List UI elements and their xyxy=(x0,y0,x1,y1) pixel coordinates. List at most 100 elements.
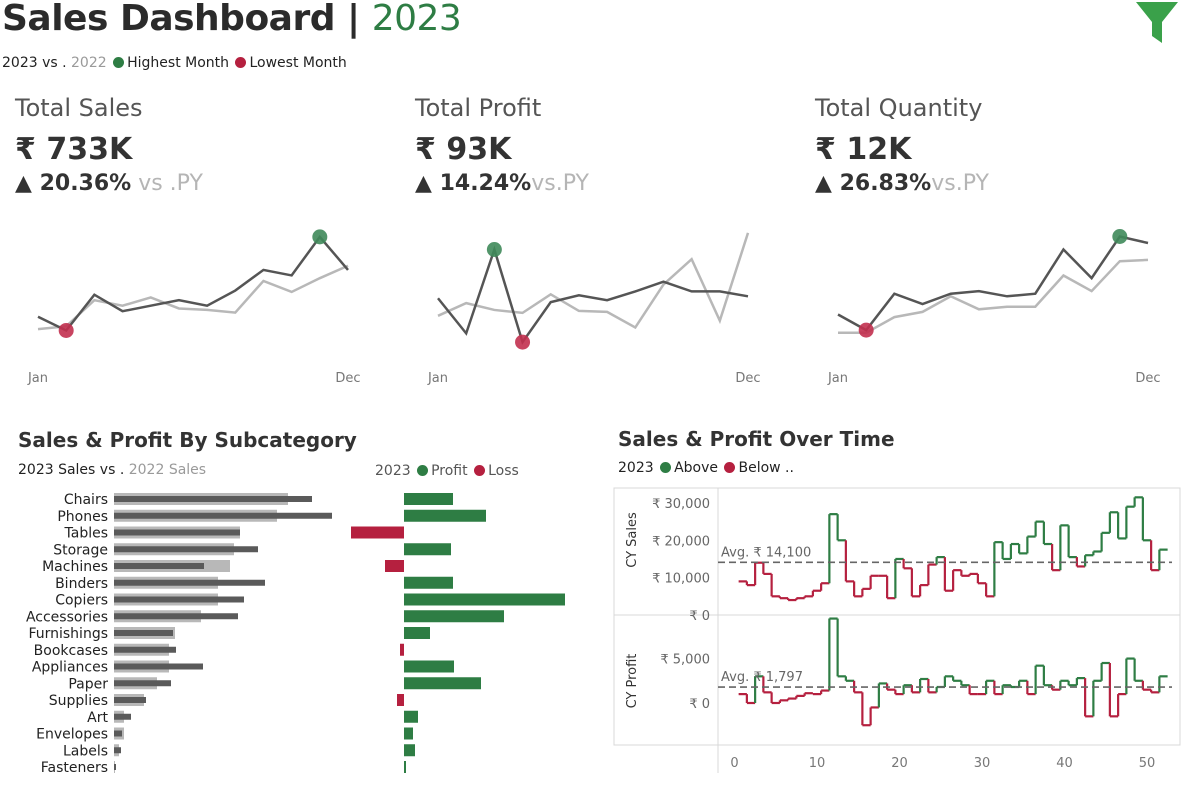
profit-bar xyxy=(404,593,565,606)
kpi-value: ₹ 733K xyxy=(15,132,133,167)
lowest-month-point xyxy=(515,334,531,350)
highest-month-point xyxy=(312,229,328,245)
kpi-total-sales: Total Sales ₹ 733K ▲ 20.36% vs .PY xyxy=(15,94,375,196)
kpi-delta-row: ▲ 14.24%vs.PY xyxy=(415,171,775,196)
kpi-delta: ▲ 20.36% xyxy=(15,171,132,196)
current-year-sales-bar xyxy=(114,680,171,687)
x-tick-label: Dec xyxy=(335,371,360,386)
top-legend: 2023 vs . 2022 Highest Month Lowest Mont… xyxy=(2,55,347,71)
average-label: Avg. ₹ 14,100 xyxy=(721,545,811,560)
current-year-sales-bar xyxy=(114,646,176,653)
kpi-total-quantity: Total Quantity ₹ 12K ▲ 26.83%vs.PY xyxy=(815,94,1175,196)
highest-dot-icon xyxy=(113,57,125,68)
category-label: Copiers xyxy=(55,593,108,609)
kpi-value: ₹ 12K xyxy=(815,132,912,167)
category-label: Supplies xyxy=(49,693,108,709)
profit-dot-icon xyxy=(417,465,429,476)
profit-bar xyxy=(404,727,413,740)
profit-bar xyxy=(404,543,451,556)
x-tick-label: Jan xyxy=(27,371,48,386)
profit-bar xyxy=(404,509,486,522)
current-year-sales-bar xyxy=(114,730,122,737)
legend-cy: 2023 vs . xyxy=(2,55,67,71)
profit-bar xyxy=(404,493,453,505)
category-label: Fasteners xyxy=(41,760,108,776)
current-year-sales-bar xyxy=(114,579,265,586)
kpi-total-profit: Total Profit ₹ 93K ▲ 14.24%vs.PY xyxy=(415,94,775,196)
subcategory-sales-legend: 2023 Sales vs . 2022 Sales xyxy=(18,462,206,478)
category-label: Tables xyxy=(64,526,109,542)
current-year-sales-bar xyxy=(114,747,121,754)
x-tick-label: 10 xyxy=(809,756,826,771)
y-tick-label: ₹ 0 xyxy=(689,697,710,712)
kpi-delta: ▲ 26.83% xyxy=(815,171,932,196)
profit-bar xyxy=(404,744,415,757)
overtime-title: Sales & Profit Over Time xyxy=(618,427,895,451)
overtime-legend-above: Above xyxy=(674,460,719,476)
current-year-sales-bar xyxy=(114,512,332,519)
subcategory-bar-chart: ChairsPhonesTablesStorageMachinesBinders… xyxy=(26,492,565,776)
profit-bar xyxy=(404,710,418,723)
kpi-vs: vs.PY xyxy=(931,171,989,196)
y-tick-label: ₹ 30,000 xyxy=(652,497,710,512)
kpi-title: Total Profit xyxy=(415,94,542,122)
y-tick-label: ₹ 5,000 xyxy=(660,653,710,668)
above-dot-icon xyxy=(660,462,672,473)
category-label: Art xyxy=(87,710,108,726)
loss-bar xyxy=(385,560,404,572)
profit-bar xyxy=(404,627,430,639)
current-year-line xyxy=(37,234,349,333)
kpi-value: ₹ 93K xyxy=(415,132,512,167)
current-year-line xyxy=(437,245,749,345)
profit-bar xyxy=(404,576,453,589)
page-title: Sales Dashboard | 2023 xyxy=(2,0,462,39)
current-year-sales-bar xyxy=(114,546,258,553)
current-year-sales-bar xyxy=(114,563,204,569)
kpi-title: Total Quantity xyxy=(815,94,983,122)
category-label: Envelopes xyxy=(36,727,108,743)
profit-bar xyxy=(404,761,406,773)
loss-bar xyxy=(400,643,404,656)
loss-bar xyxy=(351,526,404,539)
highest-month-point xyxy=(486,242,502,257)
y-axis-title: CY Profit xyxy=(625,654,640,709)
subcategory-title: Sales & Profit By Subcategory xyxy=(18,428,357,452)
filter-icon[interactable] xyxy=(1134,0,1180,46)
category-label: Machines xyxy=(42,559,108,575)
category-label: Appliances xyxy=(32,660,108,676)
lowest-month-point xyxy=(858,322,874,338)
overtime-chart: CY Sales ₹ 0 ₹ 10,000 ₹ 20,000 ₹ 30,000 Avg. … xyxy=(613,487,1181,773)
kpi-delta: ▲ 14.24% xyxy=(415,171,532,196)
current-year-sales-bar xyxy=(114,713,131,720)
current-year-sales-bar xyxy=(114,613,238,620)
below-dot-icon xyxy=(724,462,736,473)
sales-sparkline-chart: Jan Dec xyxy=(27,229,361,386)
current-year-sales-bar xyxy=(114,630,173,636)
x-tick-label: 20 xyxy=(891,756,908,771)
kpi-vs: vs.PY xyxy=(531,171,589,196)
sales-legend-py: 2022 Sales xyxy=(128,462,207,478)
current-year-sales-bar xyxy=(114,697,146,703)
legend-py: 2022 xyxy=(71,55,107,71)
x-tick-label: Jan xyxy=(827,371,848,386)
category-label: Bookcases xyxy=(34,643,108,659)
category-label: Furnishings xyxy=(28,626,108,642)
category-label: Labels xyxy=(63,743,108,759)
y-tick-label: ₹ 20,000 xyxy=(652,534,710,549)
y-axis-title: CY Sales xyxy=(625,512,640,568)
quantity-sparkline-chart: Jan Dec xyxy=(827,229,1161,386)
profit-sparkline-chart: Jan Dec xyxy=(427,232,761,386)
current-year-line xyxy=(837,235,1149,332)
sales-legend-cy: 2023 Sales vs . xyxy=(18,462,125,478)
x-tick-label: 40 xyxy=(1056,756,1073,771)
prior-year-line xyxy=(838,258,1149,334)
current-year-sales-bar xyxy=(114,596,244,603)
prior-year-line xyxy=(37,264,349,331)
legend-lowest: Lowest Month xyxy=(249,55,347,71)
profit-bar xyxy=(404,660,454,673)
highest-month-point xyxy=(1112,229,1128,244)
profit-bar xyxy=(404,610,504,623)
x-tick-label: Dec xyxy=(735,371,760,386)
legend-highest: Highest Month xyxy=(127,55,230,71)
category-label: Accessories xyxy=(26,609,108,625)
